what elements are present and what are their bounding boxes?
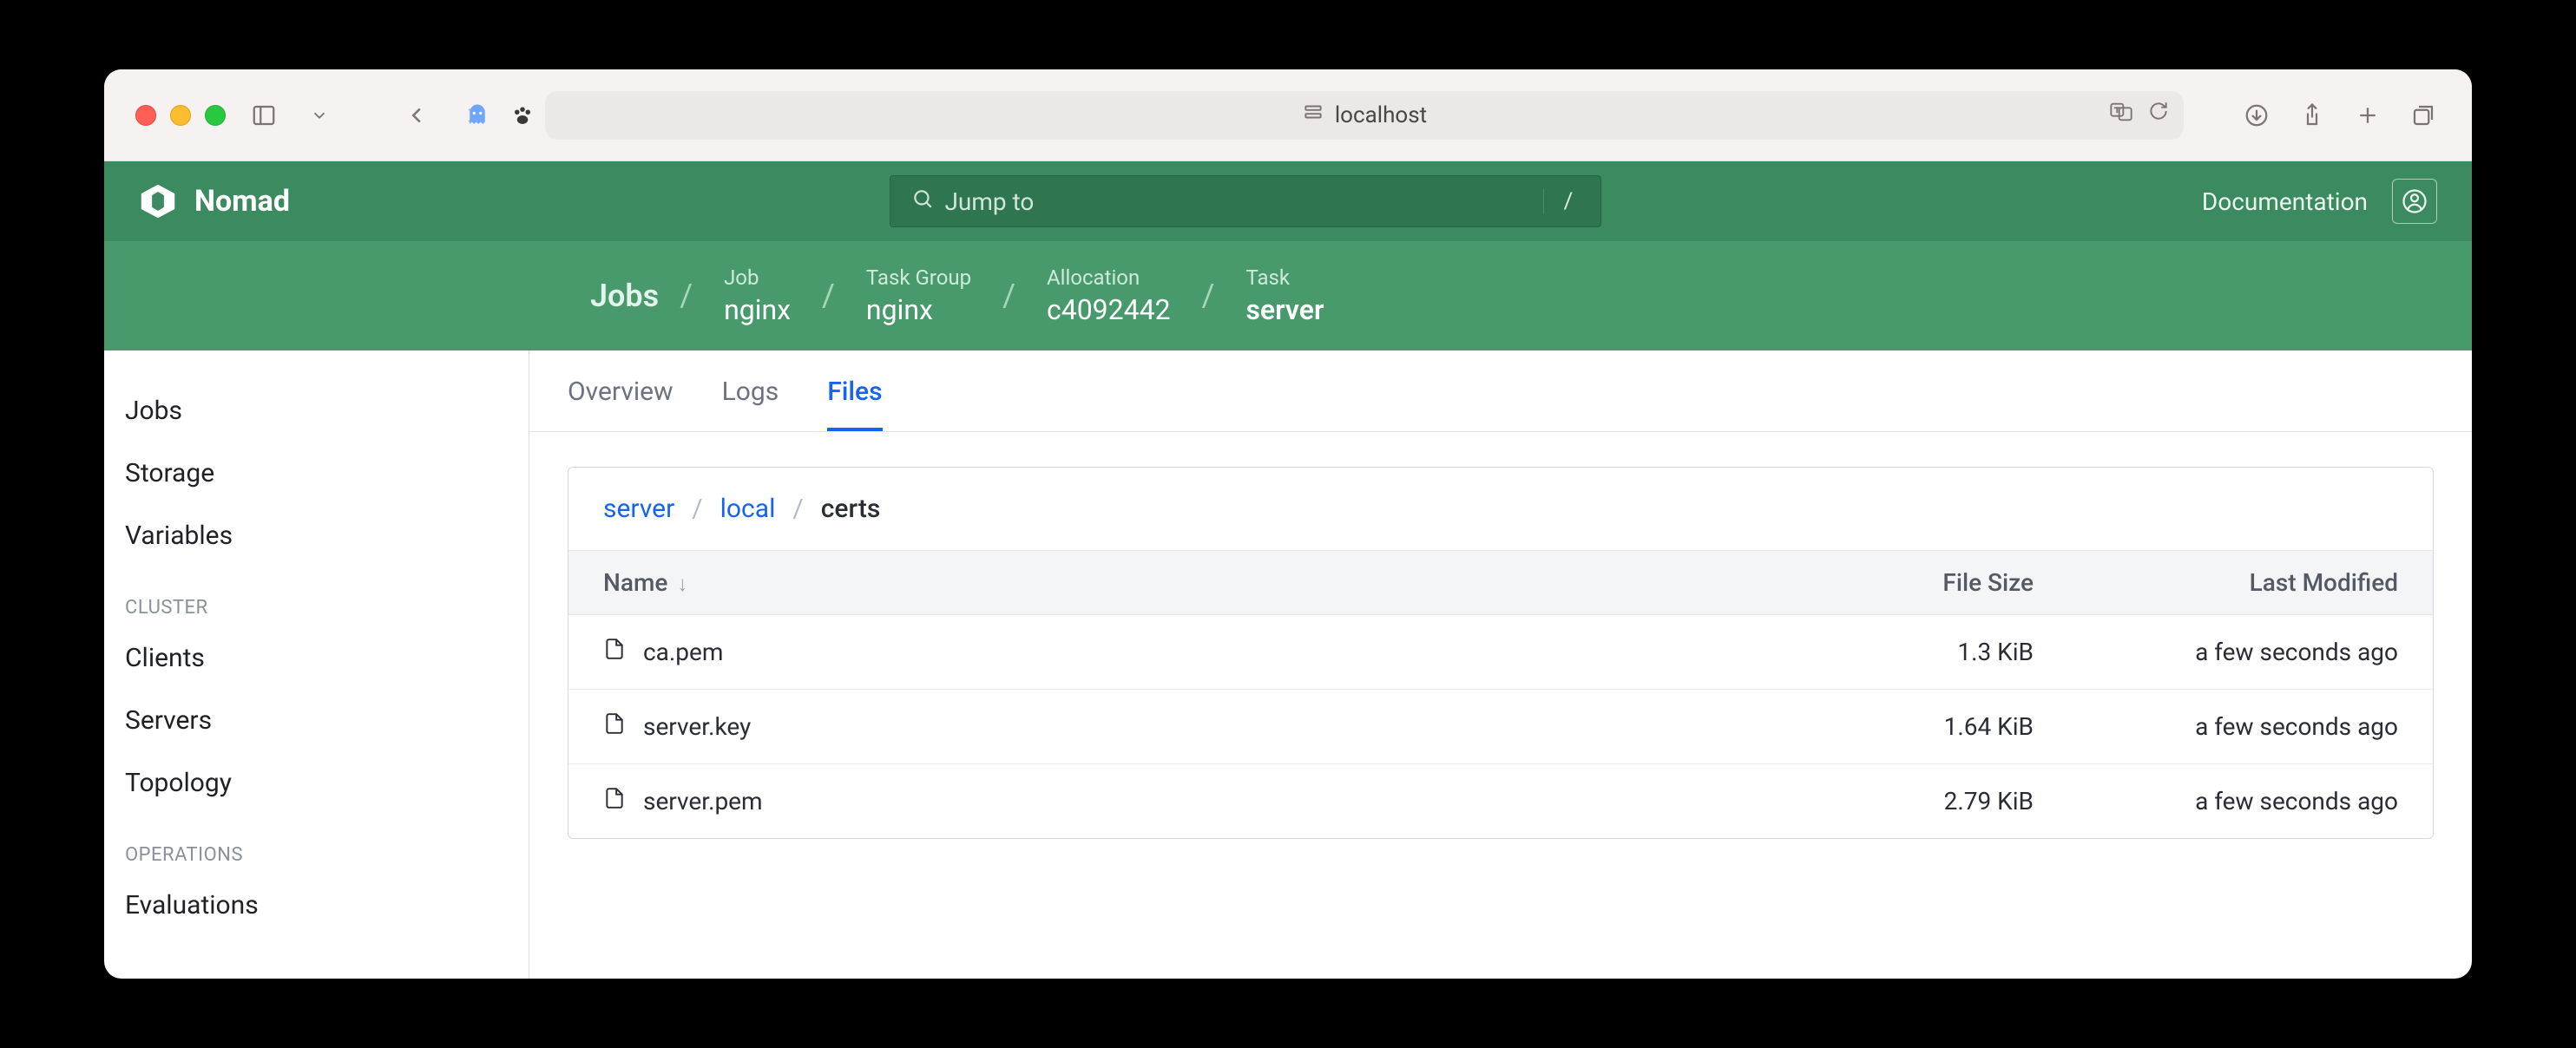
sidebar-item-jobs[interactable]: Jobs	[104, 380, 529, 442]
path-crumb-local[interactable]: local	[720, 494, 776, 524]
path-crumb-server[interactable]: server	[603, 494, 674, 524]
file-modified: a few seconds ago	[2068, 615, 2433, 690]
sidebar-item-servers[interactable]: Servers	[104, 690, 529, 752]
brand-logo[interactable]: Nomad	[139, 182, 290, 220]
breadcrumb-job[interactable]: Job nginx	[693, 265, 822, 326]
table-row[interactable]: server.key 1.64 KiBa few seconds ago	[568, 690, 2433, 764]
file-table: Name ↓ File Size Last Modified ca.pem 1.3…	[568, 550, 2433, 838]
path-breadcrumb: server / local / certs	[568, 468, 2433, 550]
table-row[interactable]: ca.pem 1.3 KiBa few seconds ago	[568, 615, 2433, 690]
table-row[interactable]: server.pem 2.79 KiBa few seconds ago	[568, 764, 2433, 839]
url-host: localhost	[1335, 102, 1427, 128]
file-icon	[603, 785, 626, 817]
ghost-extension-icon[interactable]	[462, 100, 493, 131]
file-name: server.key	[643, 712, 751, 741]
breadcrumb-taskgroup[interactable]: Task Group nginx	[835, 265, 1002, 326]
path-separator: /	[792, 494, 803, 524]
file-browser-panel: server / local / certs Name ↓	[568, 467, 2434, 839]
col-name-header[interactable]: Name ↓	[568, 551, 1843, 615]
file-size: 2.79 KiB	[1843, 764, 2068, 839]
chevron-down-icon[interactable]	[302, 98, 337, 133]
sidebar-group-cluster: CLUSTER	[104, 567, 529, 627]
file-name: server.pem	[643, 787, 763, 815]
sort-asc-icon: ↓	[677, 572, 687, 596]
brand-name: Nomad	[194, 184, 290, 219]
breadcrumb-separator: /	[822, 278, 835, 314]
site-settings-icon[interactable]	[1302, 101, 1324, 129]
file-modified: a few seconds ago	[2068, 764, 2433, 839]
breadcrumb-separator: /	[1002, 278, 1015, 314]
tab-logs[interactable]: Logs	[722, 377, 779, 431]
breadcrumb-separator: /	[1202, 278, 1215, 314]
breadcrumb-allocation[interactable]: Allocation c4092442	[1015, 265, 1202, 326]
sidebar-item-variables[interactable]: Variables	[104, 505, 529, 567]
file-name: ca.pem	[643, 638, 723, 666]
breadcrumb-root[interactable]: Jobs	[590, 278, 680, 314]
browser-chrome: localhost	[104, 69, 2472, 161]
file-icon	[603, 711, 626, 743]
url-bar[interactable]: localhost	[545, 91, 2184, 140]
window-zoom-icon[interactable]	[205, 105, 226, 126]
sidebar-item-topology[interactable]: Topology	[104, 752, 529, 815]
app-header: Nomad Jump to / Documentation	[104, 161, 2472, 241]
jump-placeholder: Jump to	[944, 187, 1034, 216]
sidebar-item-evaluations[interactable]: Evaluations	[104, 874, 529, 937]
new-tab-icon[interactable]	[2350, 98, 2385, 133]
col-size-header[interactable]: File Size	[1843, 551, 2068, 615]
user-menu-button[interactable]	[2392, 179, 2437, 224]
window-minimize-icon[interactable]	[170, 105, 191, 126]
tab-bar: Overview Logs Files	[529, 350, 2472, 432]
col-modified-header[interactable]: Last Modified	[2068, 551, 2433, 615]
breadcrumb-task: Task server	[1214, 265, 1355, 326]
resource-breadcrumb: Jobs / Job nginx / Task Group nginx / Al…	[104, 241, 2472, 350]
jump-shortcut-hint: /	[1543, 188, 1580, 214]
tab-overview-icon[interactable]	[2406, 98, 2441, 133]
path-crumb-current: certs	[821, 494, 881, 524]
app-body: Jobs Storage Variables CLUSTER Clients S…	[104, 350, 2472, 979]
browser-window: localhost	[104, 69, 2472, 979]
window-close-icon[interactable]	[135, 105, 156, 126]
file-size: 1.3 KiB	[1843, 615, 2068, 690]
downloads-icon[interactable]	[2239, 98, 2274, 133]
sidebar-toggle-icon[interactable]	[246, 98, 281, 133]
nav-back-icon[interactable]	[399, 98, 434, 133]
window-traffic-lights	[135, 105, 226, 126]
file-size: 1.64 KiB	[1843, 690, 2068, 764]
sidebar-nav: Jobs Storage Variables CLUSTER Clients S…	[104, 350, 529, 979]
jump-to-search[interactable]: Jump to /	[890, 175, 1601, 227]
reload-icon[interactable]	[2147, 100, 2170, 130]
sidebar-item-clients[interactable]: Clients	[104, 627, 529, 690]
tab-overview[interactable]: Overview	[568, 377, 674, 431]
sidebar-group-operations: OPERATIONS	[104, 815, 529, 874]
sidebar-item-storage[interactable]: Storage	[104, 442, 529, 505]
tab-files[interactable]: Files	[827, 377, 882, 431]
paw-extension-icon[interactable]	[507, 100, 538, 131]
path-separator: /	[692, 494, 702, 524]
file-icon	[603, 636, 626, 668]
share-icon[interactable]	[2295, 98, 2330, 133]
translate-icon[interactable]	[2109, 100, 2133, 130]
documentation-link[interactable]: Documentation	[2202, 187, 2368, 216]
file-modified: a few seconds ago	[2068, 690, 2433, 764]
nomad-logo-icon	[139, 182, 177, 220]
breadcrumb-separator: /	[680, 278, 693, 314]
search-icon	[911, 187, 934, 216]
